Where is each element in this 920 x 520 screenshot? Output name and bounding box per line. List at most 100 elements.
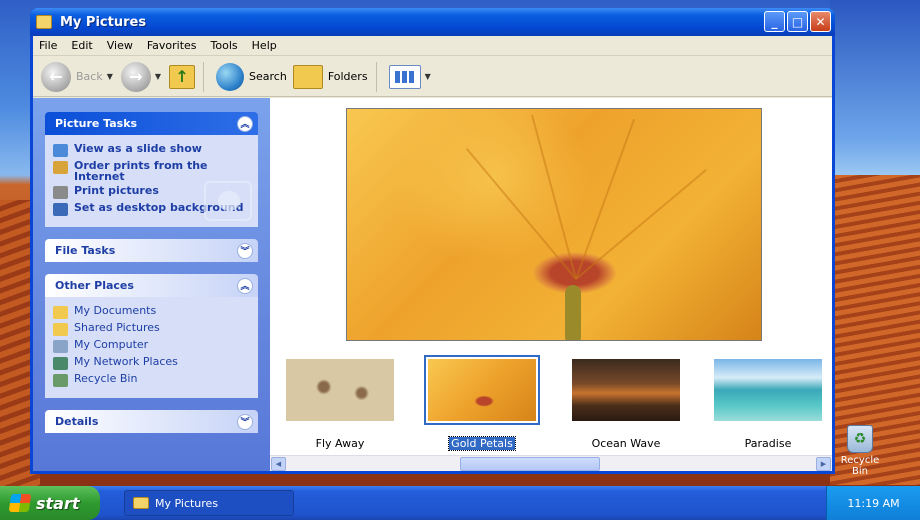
thumbnail-item[interactable]: Paradise: [710, 355, 826, 453]
place-recycle-bin[interactable]: Recycle Bin: [53, 373, 250, 387]
file-tasks-panel: File Tasks ︾: [45, 239, 258, 262]
back-button[interactable]: ←: [41, 61, 71, 92]
folders-icon[interactable]: [292, 64, 323, 89]
taskbar: start My Pictures 11:19 AM: [0, 486, 920, 520]
task-label: View as a slide show: [74, 142, 202, 155]
task-label: Order prints from the Internet: [74, 159, 208, 183]
thumbnail-image: [286, 359, 394, 421]
picture-tasks-header[interactable]: Picture Tasks ︽: [45, 112, 258, 135]
task-pane: Picture Tasks ︽ View as a slide show Ord…: [33, 98, 270, 471]
scrollbar-thumb[interactable]: [460, 457, 600, 471]
task-order-prints[interactable]: Order prints from the Internet: [53, 160, 250, 182]
network-icon: [53, 357, 68, 370]
folder-icon: [36, 15, 52, 29]
collapse-icon[interactable]: ︽: [237, 115, 253, 132]
taskbar-window-label: My Pictures: [155, 496, 219, 510]
forward-arrow-icon: →: [129, 67, 143, 86]
horizontal-scrollbar[interactable]: ◀ ▶: [270, 455, 832, 471]
task-slide-show[interactable]: View as a slide show: [53, 143, 250, 157]
clock[interactable]: 11:19 AM: [847, 497, 899, 510]
file-tasks-title: File Tasks: [55, 244, 116, 257]
system-tray: 11:19 AM: [826, 486, 920, 520]
thumbnail-image: [424, 355, 540, 425]
scroll-left-icon[interactable]: ◀: [271, 457, 286, 471]
close-button[interactable]: ✕: [810, 11, 831, 32]
minimize-button[interactable]: _: [764, 11, 785, 32]
minimize-icon: _: [771, 14, 778, 29]
preview-image[interactable]: [346, 108, 762, 341]
expand-icon[interactable]: ︾: [237, 242, 253, 259]
folders-button[interactable]: Folders: [328, 70, 368, 83]
details-header[interactable]: Details ︾: [45, 410, 258, 433]
up-arrow-icon: ↑: [175, 67, 189, 86]
desktop-icon-label: Recycle Bin: [840, 455, 880, 477]
toolbar-separator: [375, 61, 377, 92]
thumbnail-label: Gold Petals: [448, 436, 516, 451]
window-title: My Pictures: [60, 14, 147, 30]
back-arrow-icon: ←: [49, 67, 63, 86]
details-panel: Details ︾: [45, 410, 258, 433]
back-label: Back: [76, 70, 103, 83]
forward-dropdown-icon[interactable]: ▼: [155, 72, 161, 81]
recycle-bin-icon: [53, 374, 68, 387]
place-my-documents[interactable]: My Documents: [53, 305, 250, 319]
order-prints-icon: [53, 161, 68, 174]
file-tasks-header[interactable]: File Tasks ︾: [45, 239, 258, 262]
thumbnail-label: Ocean Wave: [591, 437, 661, 450]
desktop-icon: [53, 203, 68, 216]
taskbar-window-button[interactable]: My Pictures: [124, 490, 294, 516]
other-places-title: Other Places: [55, 279, 134, 292]
menu-tools[interactable]: Tools: [211, 39, 238, 52]
camera-watermark-icon: [204, 181, 252, 221]
picture-tasks-panel: Picture Tasks ︽ View as a slide show Ord…: [45, 112, 258, 227]
thumbnail-item-selected[interactable]: Gold Petals: [424, 355, 540, 453]
my-pictures-window: My Pictures _ □ ✕ File Edit View Favorit…: [30, 8, 835, 474]
close-icon: ✕: [815, 14, 826, 29]
menu-edit[interactable]: Edit: [71, 39, 92, 52]
place-my-computer[interactable]: My Computer: [53, 339, 250, 353]
place-shared-pictures[interactable]: Shared Pictures: [53, 322, 250, 336]
forward-button[interactable]: →: [120, 61, 151, 92]
views-dropdown-icon[interactable]: ▼: [425, 72, 431, 81]
filmstrip-view: Fly Away Gold Petals Ocean Wave Paradise…: [270, 98, 832, 471]
search-icon[interactable]: [216, 62, 245, 91]
menu-help[interactable]: Help: [252, 39, 277, 52]
back-dropdown-icon[interactable]: ▼: [107, 72, 113, 81]
start-label: start: [36, 493, 80, 513]
expand-icon[interactable]: ︾: [237, 413, 253, 430]
place-label: Shared Pictures: [74, 321, 160, 334]
place-network-places[interactable]: My Network Places: [53, 356, 250, 370]
menu-favorites[interactable]: Favorites: [147, 39, 197, 52]
title-bar[interactable]: My Pictures _ □ ✕: [30, 8, 835, 36]
collapse-icon[interactable]: ︽: [237, 277, 253, 294]
folder-icon: [133, 497, 149, 509]
maximize-button[interactable]: □: [787, 11, 808, 32]
printer-icon: [53, 186, 68, 199]
desktop-wallpaper-sky: [830, 0, 920, 175]
picture-tasks-body: View as a slide show Order prints from t…: [45, 135, 258, 227]
other-places-body: My Documents Shared Pictures My Computer…: [45, 297, 258, 398]
scroll-right-icon[interactable]: ▶: [816, 457, 831, 471]
picture-tasks-title: Picture Tasks: [55, 117, 138, 130]
thumbnail-image: [714, 359, 822, 421]
computer-icon: [53, 340, 68, 353]
maximize-icon: □: [791, 14, 804, 29]
views-button[interactable]: [388, 64, 421, 89]
thumbnail-item[interactable]: Fly Away: [282, 355, 398, 453]
start-button[interactable]: start: [0, 486, 100, 520]
shared-folder-icon: [53, 323, 68, 336]
place-label: My Network Places: [74, 355, 178, 368]
menu-file[interactable]: File: [39, 39, 57, 52]
thumbnail-label: Fly Away: [315, 437, 365, 450]
toolbar: ← Back ▼ → ▼ ↑ Search Folders ▼: [33, 57, 832, 97]
thumbnail-strip: Fly Away Gold Petals Ocean Wave Paradise: [270, 348, 832, 453]
search-button[interactable]: Search: [249, 70, 287, 83]
up-folder-button[interactable]: ↑: [169, 64, 196, 89]
my-documents-icon: [53, 306, 68, 319]
other-places-header[interactable]: Other Places ︽: [45, 274, 258, 297]
menu-view[interactable]: View: [107, 39, 133, 52]
desktop-recycle-bin[interactable]: ♻ Recycle Bin: [836, 425, 884, 477]
thumbnail-item[interactable]: Ocean Wave: [568, 355, 684, 453]
slideshow-icon: [53, 144, 68, 157]
task-label: Print pictures: [74, 184, 159, 197]
